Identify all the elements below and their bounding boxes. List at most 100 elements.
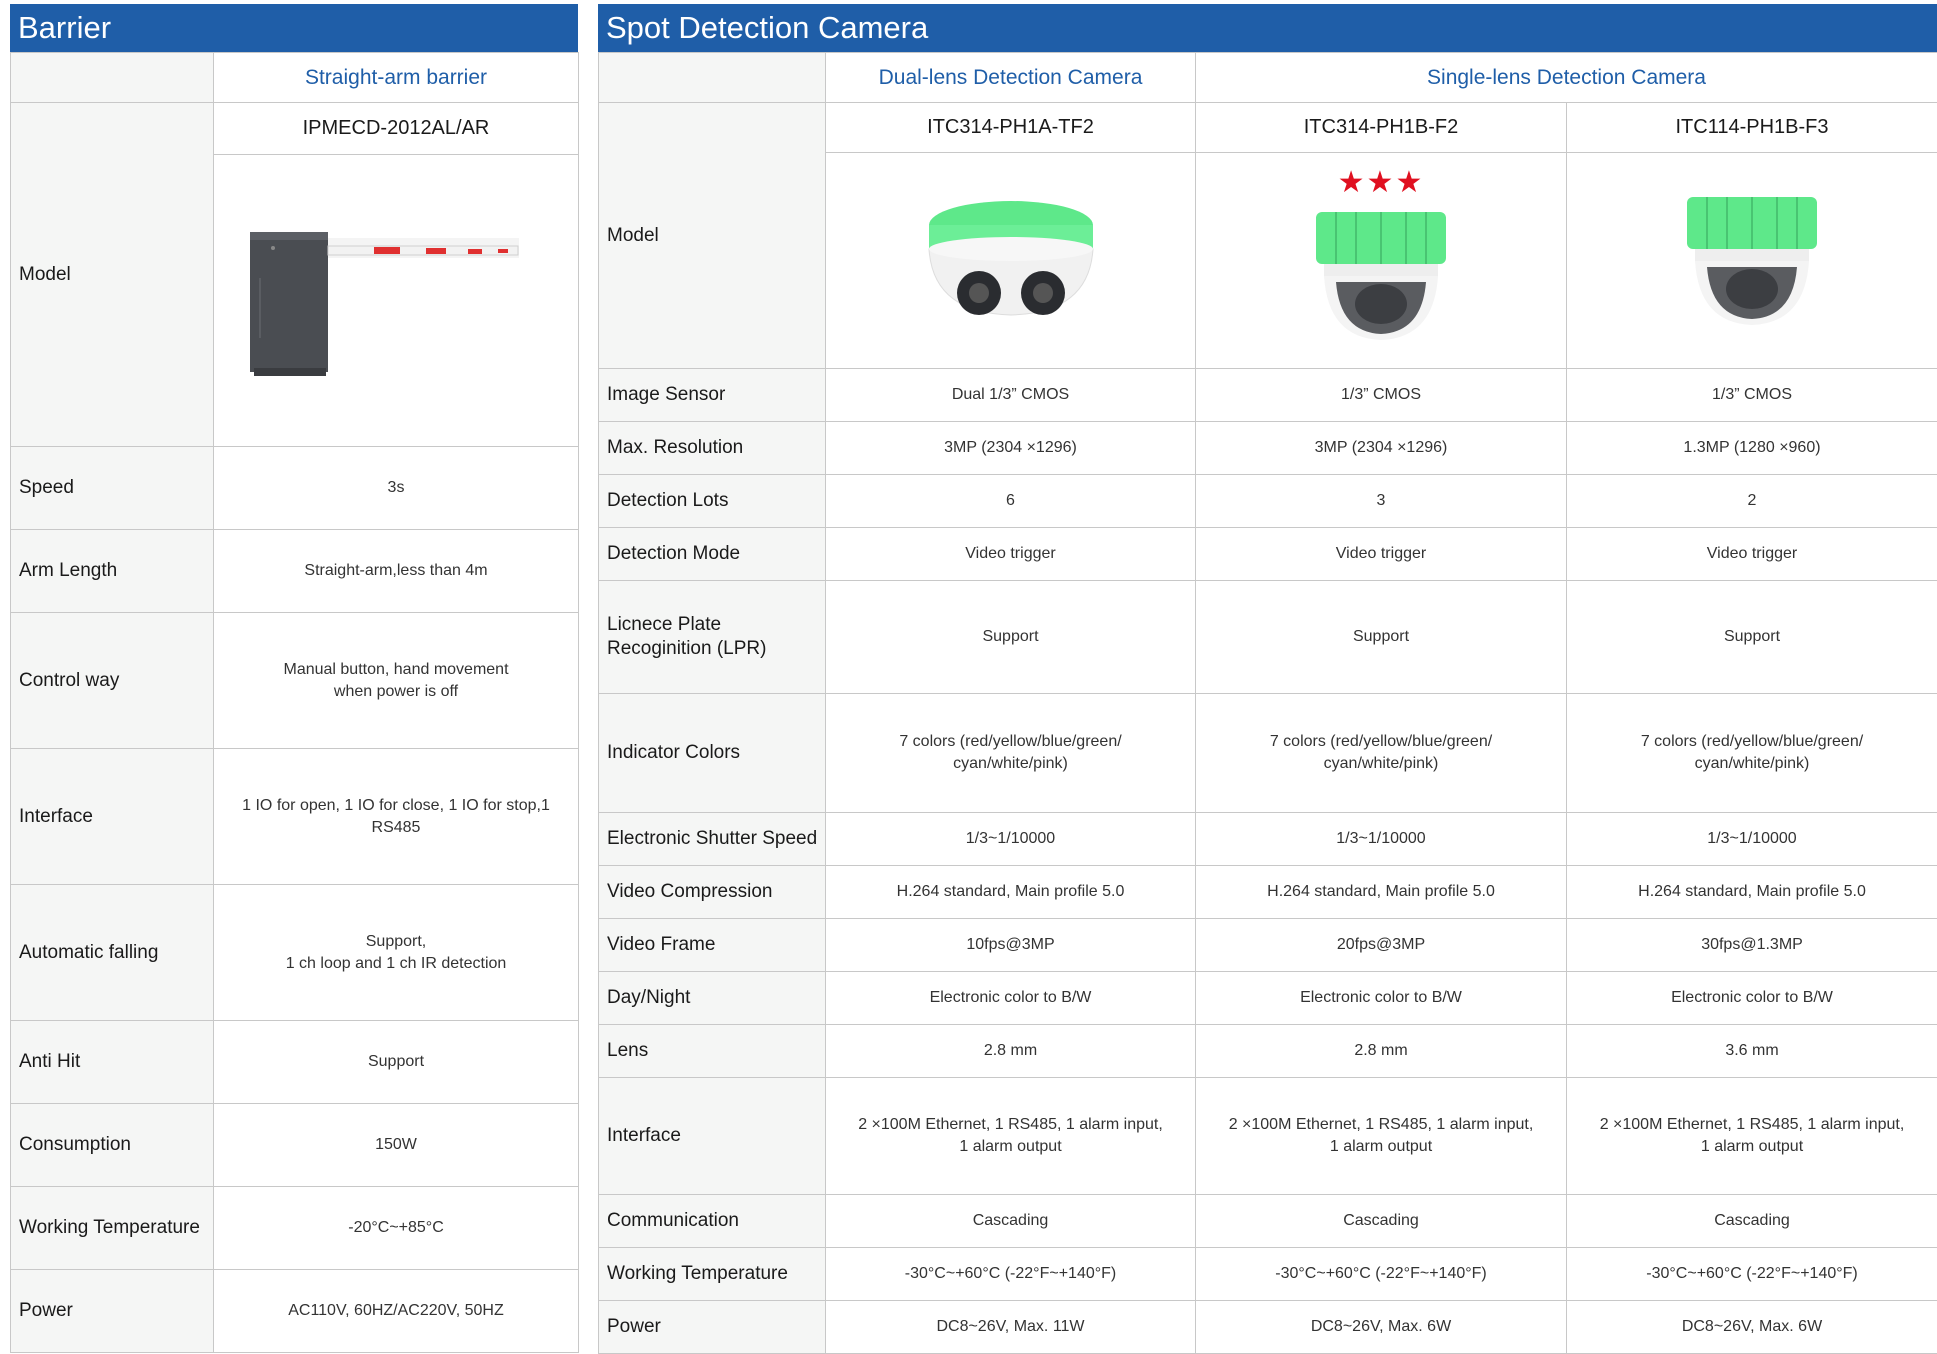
single-lens-camera-image xyxy=(1677,183,1827,333)
row-value: 2.8 mm xyxy=(1196,1025,1567,1078)
row-value: 7 colors (red/yellow/blue/green/ cyan/wh… xyxy=(826,694,1196,813)
corner-cell xyxy=(599,53,826,103)
row-label: Anti Hit xyxy=(11,1021,214,1104)
barrier-gate-image xyxy=(246,218,546,378)
row-label: Consumption xyxy=(11,1104,214,1187)
camera-spec-table: Dual-lens Detection Camera Single-lens D… xyxy=(598,52,1937,1354)
row-value: H.264 standard, Main profile 5.0 xyxy=(1567,866,1937,919)
camera-row: Day/Night Electronic color to B/W Electr… xyxy=(599,972,1937,1025)
camera-row: Working Temperature -30°C~+60°C (-22°F~+… xyxy=(599,1248,1937,1301)
row-value: Cascading xyxy=(826,1195,1196,1248)
camera-row: Lens 2.8 mm 2.8 mm 3.6 mm xyxy=(599,1025,1937,1078)
barrier-spec-table: Straight-arm barrier Model IPMECD-2012AL… xyxy=(10,52,579,1353)
camera-row: Detection Mode Video trigger Video trigg… xyxy=(599,528,1937,581)
barrier-model-label: Model xyxy=(11,103,214,447)
camera-title: Spot Detection Camera xyxy=(598,4,1937,52)
single-lens-subheader: Single-lens Detection Camera xyxy=(1196,53,1937,103)
row-value: 3 xyxy=(1196,475,1567,528)
barrier-panel: Barrier Straight-arm barrier Model IPMEC… xyxy=(10,4,578,1353)
barrier-subheader: Straight-arm barrier xyxy=(214,53,579,103)
camera-row: Image Sensor Dual 1/3” CMOS 1/3” CMOS 1/… xyxy=(599,369,1937,422)
row-value: 2 ×100M Ethernet, 1 RS485, 1 alarm input… xyxy=(1196,1078,1567,1195)
row-value: Electronic color to B/W xyxy=(1567,972,1937,1025)
row-label: Detection Mode xyxy=(599,528,826,581)
row-value: -30°C~+60°C (-22°F~+140°F) xyxy=(1196,1248,1567,1301)
row-value: H.264 standard, Main profile 5.0 xyxy=(826,866,1196,919)
row-value: Support, 1 ch loop and 1 ch IR detection xyxy=(214,885,579,1021)
barrier-title: Barrier xyxy=(10,4,578,52)
row-label: Video Compression xyxy=(599,866,826,919)
row-value: Video trigger xyxy=(826,528,1196,581)
row-value: 1 IO for open, 1 IO for close, 1 IO for … xyxy=(214,749,579,885)
row-value: 2 ×100M Ethernet, 1 RS485, 1 alarm input… xyxy=(826,1078,1196,1195)
camera-row: Interface 2 ×100M Ethernet, 1 RS485, 1 a… xyxy=(599,1078,1937,1195)
rating-stars: ★★★ xyxy=(1196,168,1566,198)
row-value: 10fps@3MP xyxy=(826,919,1196,972)
row-label: Interface xyxy=(11,749,214,885)
corner-cell xyxy=(11,53,214,103)
row-value: Support xyxy=(1196,581,1567,694)
row-value: -30°C~+60°C (-22°F~+140°F) xyxy=(1567,1248,1937,1301)
barrier-row: Automatic falling Support, 1 ch loop and… xyxy=(11,885,579,1021)
barrier-model-row: Model IPMECD-2012AL/AR xyxy=(11,103,579,155)
camera-panel: Spot Detection Camera Dual-lens Detectio… xyxy=(598,4,1937,1354)
barrier-subheader-row: Straight-arm barrier xyxy=(11,53,579,103)
barrier-row: Consumption 150W xyxy=(11,1104,579,1187)
row-value: 150W xyxy=(214,1104,579,1187)
row-value: Video trigger xyxy=(1567,528,1937,581)
row-label: Speed xyxy=(11,447,214,530)
row-label: Automatic falling xyxy=(11,885,214,1021)
row-value: Dual 1/3” CMOS xyxy=(826,369,1196,422)
row-value: -30°C~+60°C (-22°F~+140°F) xyxy=(826,1248,1196,1301)
row-value: H.264 standard, Main profile 5.0 xyxy=(1196,866,1567,919)
row-value: 1/3” CMOS xyxy=(1196,369,1567,422)
camera-image-cell: ★★★ xyxy=(1196,153,1567,369)
camera-row: Licnece Plate Recoginition (LPR) Support… xyxy=(599,581,1937,694)
row-label: Indicator Colors xyxy=(599,694,826,813)
row-value: 1/3~1/10000 xyxy=(1567,813,1937,866)
camera-image-cell xyxy=(826,153,1196,369)
row-value: Electronic color to B/W xyxy=(1196,972,1567,1025)
row-value: Support xyxy=(1567,581,1937,694)
dual-lens-camera-image xyxy=(921,183,1101,333)
row-value: Cascading xyxy=(1567,1195,1937,1248)
camera-image-cell xyxy=(1567,153,1937,369)
row-value: 1.3MP (1280 ×960) xyxy=(1567,422,1937,475)
camera-row: Max. Resolution 3MP (2304 ×1296) 3MP (23… xyxy=(599,422,1937,475)
row-value: 20fps@3MP xyxy=(1196,919,1567,972)
row-label: Working Temperature xyxy=(11,1187,214,1270)
row-label: Electronic Shutter Speed xyxy=(599,813,826,866)
row-label: Working Temperature xyxy=(599,1248,826,1301)
camera-row: Indicator Colors 7 colors (red/yellow/bl… xyxy=(599,694,1937,813)
camera-row: Video Compression H.264 standard, Main p… xyxy=(599,866,1937,919)
camera-subheader-row: Dual-lens Detection Camera Single-lens D… xyxy=(599,53,1937,103)
row-label: Detection Lots xyxy=(599,475,826,528)
row-value: Straight-arm,less than 4m xyxy=(214,530,579,613)
row-value: AC110V, 60HZ/AC220V, 50HZ xyxy=(214,1270,579,1353)
barrier-row: Arm Length Straight-arm,less than 4m xyxy=(11,530,579,613)
row-value: 2 xyxy=(1567,475,1937,528)
camera-model-name: ITC314-PH1B-F2 xyxy=(1196,103,1567,153)
row-label: Video Frame xyxy=(599,919,826,972)
row-value: Electronic color to B/W xyxy=(826,972,1196,1025)
row-value: Manual button, hand movement when power … xyxy=(214,613,579,749)
row-value: 1/3” CMOS xyxy=(1567,369,1937,422)
row-value: -20°C~+85°C xyxy=(214,1187,579,1270)
camera-row: Video Frame 10fps@3MP 20fps@3MP 30fps@1.… xyxy=(599,919,1937,972)
barrier-row: Interface 1 IO for open, 1 IO for close,… xyxy=(11,749,579,885)
row-value: Support xyxy=(214,1021,579,1104)
row-value: 3MP (2304 ×1296) xyxy=(826,422,1196,475)
barrier-image-cell xyxy=(214,155,579,447)
row-value: 6 xyxy=(826,475,1196,528)
row-value: 30fps@1.3MP xyxy=(1567,919,1937,972)
row-label: Power xyxy=(11,1270,214,1353)
row-value: 1/3~1/10000 xyxy=(826,813,1196,866)
barrier-row: Power AC110V, 60HZ/AC220V, 50HZ xyxy=(11,1270,579,1353)
row-value: 3s xyxy=(214,447,579,530)
single-lens-camera-image xyxy=(1306,198,1456,348)
row-label: Arm Length xyxy=(11,530,214,613)
row-label: Image Sensor xyxy=(599,369,826,422)
row-value: 2.8 mm xyxy=(826,1025,1196,1078)
barrier-row: Working Temperature -20°C~+85°C xyxy=(11,1187,579,1270)
barrier-row: Speed 3s xyxy=(11,447,579,530)
